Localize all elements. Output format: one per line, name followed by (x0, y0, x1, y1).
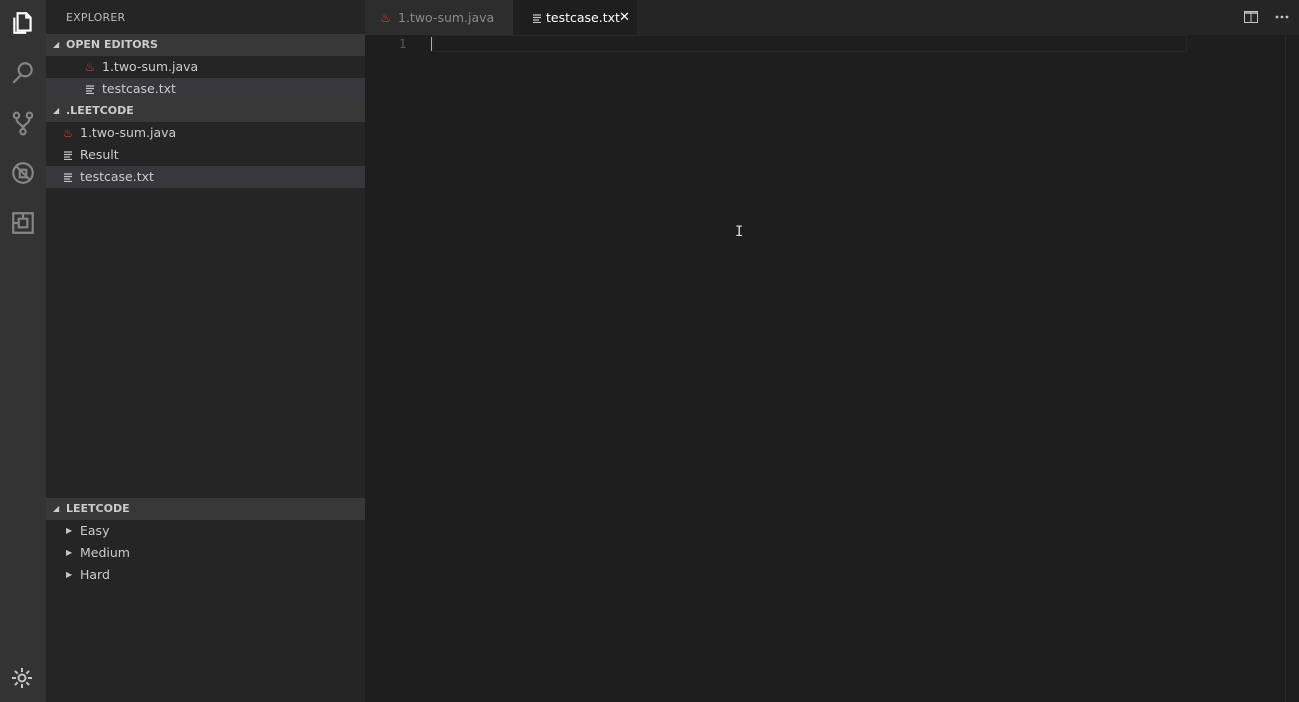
workspace-label: .LEETCODE (66, 104, 134, 117)
text-file-icon (62, 166, 74, 188)
ibeam-cursor-icon: I (735, 224, 744, 240)
extensions-icon[interactable] (8, 208, 38, 238)
file-label: 1.two-sum.java (80, 125, 177, 140)
leetcode-header[interactable]: ◢ LEETCODE (46, 498, 365, 520)
debug-icon[interactable] (8, 158, 38, 188)
open-editor-label: 1.two-sum.java (102, 59, 199, 74)
source-control-icon[interactable] (8, 108, 38, 138)
text-editor[interactable]: 1 I (365, 35, 1299, 702)
more-actions-icon[interactable] (1274, 9, 1290, 25)
file-item[interactable]: testcase.txt (46, 166, 365, 188)
tab-label: 1.two-sum.java (398, 10, 495, 25)
expand-triangle-icon: ▶ (66, 570, 73, 579)
tab-testcase-txt[interactable]: testcase.txt ✕ (513, 0, 637, 35)
java-icon: ♨ (62, 126, 74, 140)
activity-bar (0, 0, 46, 702)
text-file-icon (532, 0, 542, 35)
file-item[interactable]: ♨ 1.two-sum.java (46, 122, 365, 144)
open-editors-header[interactable]: ◢ OPEN EDITORS (46, 34, 365, 56)
tab-two-sum-java[interactable]: ♨ 1.two-sum.java (365, 0, 513, 35)
collapse-triangle-icon: ◢ (53, 504, 60, 513)
difficulty-label: Hard (80, 567, 110, 582)
open-editor-item[interactable]: ♨ 1.two-sum.java (46, 56, 365, 78)
explorer-icon[interactable] (8, 8, 38, 38)
vertical-scrollbar[interactable] (1285, 35, 1299, 702)
open-editor-item[interactable]: testcase.txt (46, 78, 365, 100)
explorer-sidebar: EXPLORER ◢ OPEN EDITORS ♨ 1.two-sum.java… (46, 0, 365, 702)
leetcode-label: LEETCODE (66, 502, 130, 515)
tab-label: testcase.txt (546, 10, 620, 25)
split-editor-icon[interactable] (1243, 9, 1259, 25)
minimap[interactable] (1187, 35, 1285, 702)
text-file-icon (84, 78, 96, 100)
collapse-triangle-icon: ◢ (53, 40, 60, 49)
file-label: testcase.txt (80, 169, 154, 184)
open-editor-label: testcase.txt (102, 81, 176, 96)
sidebar-title: EXPLORER (66, 11, 126, 24)
current-line-highlight (433, 35, 1187, 52)
text-file-icon (62, 144, 74, 166)
expand-triangle-icon: ▶ (66, 548, 73, 557)
editor-tab-bar: ♨ 1.two-sum.java testcase.txt ✕ (365, 0, 1299, 35)
open-editors-label: OPEN EDITORS (66, 38, 158, 51)
search-icon[interactable] (8, 58, 38, 88)
java-icon: ♨ (380, 10, 392, 25)
difficulty-item-hard[interactable]: ▶ Hard (46, 564, 365, 586)
workspace-header[interactable]: ◢ .LEETCODE (46, 100, 365, 122)
file-label: Result (80, 147, 119, 162)
difficulty-label: Easy (80, 523, 110, 538)
difficulty-item-medium[interactable]: ▶ Medium (46, 542, 365, 564)
close-icon[interactable]: ✕ (619, 0, 630, 35)
java-icon: ♨ (84, 60, 96, 74)
difficulty-item-easy[interactable]: ▶ Easy (46, 520, 365, 542)
difficulty-label: Medium (80, 545, 130, 560)
settings-gear-icon[interactable] (10, 666, 34, 690)
text-cursor (431, 37, 432, 51)
line-number: 1 (399, 37, 407, 51)
file-item[interactable]: Result (46, 144, 365, 166)
expand-triangle-icon: ▶ (66, 526, 73, 535)
collapse-triangle-icon: ◢ (53, 106, 60, 115)
